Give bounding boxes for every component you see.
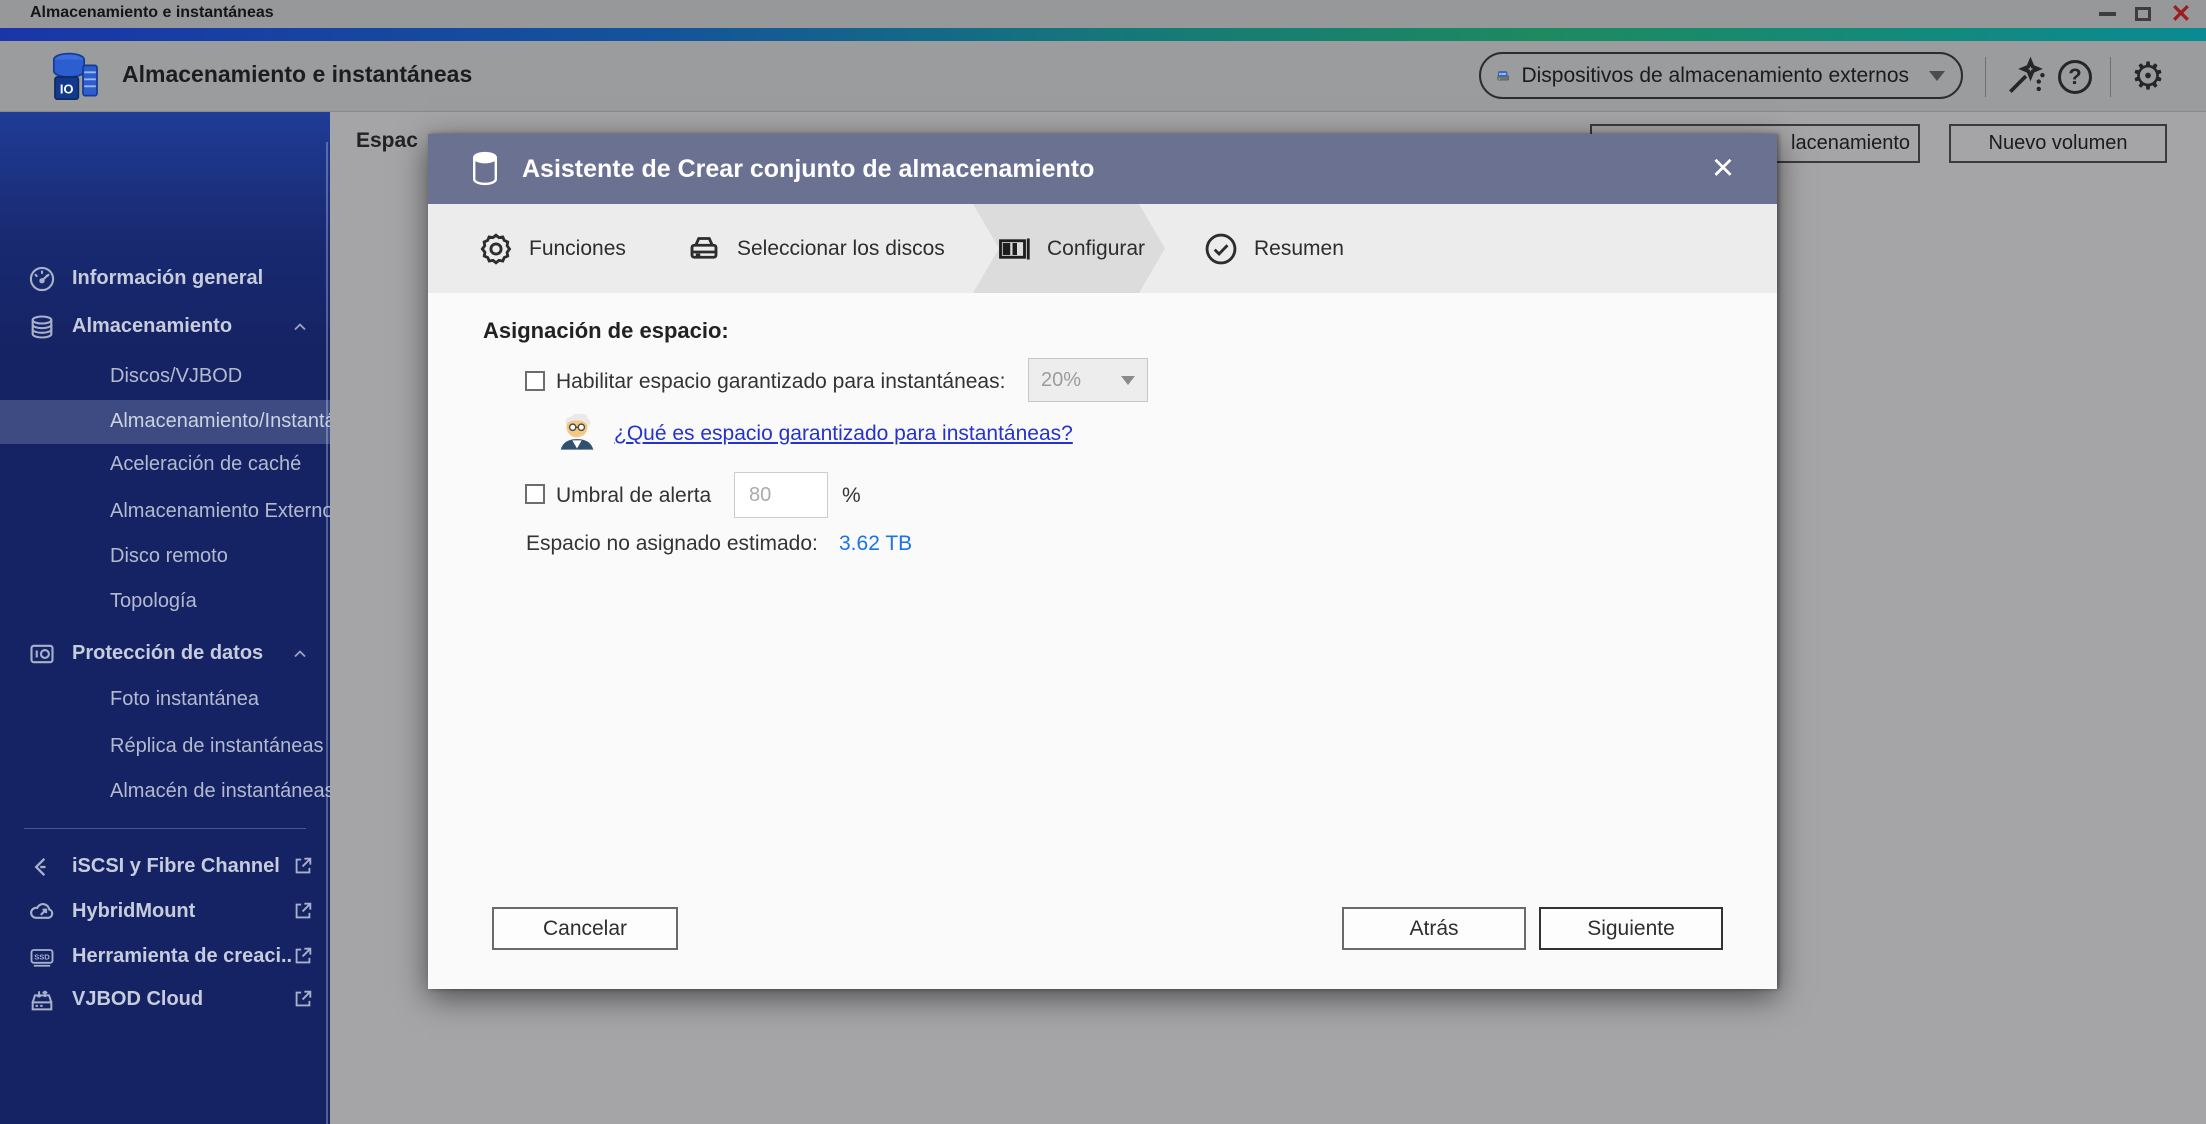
guaranteed-space-percent-dropdown[interactable]: 20% [1028, 358, 1148, 402]
wizard-wand-button[interactable] [2003, 55, 2047, 99]
magic-wand-icon [2009, 56, 2045, 93]
close-icon: ✕ [2170, 0, 2192, 28]
check-circle-icon [1205, 233, 1237, 264]
sidebar-item-aceleracion-cache[interactable]: Aceleración de caché [0, 443, 330, 487]
window-title: Almacenamiento e instantáneas [30, 4, 274, 21]
dialog-header: Asistente de Crear conjunto de almacenam… [428, 134, 1777, 204]
sidebar-item-foto-instantanea[interactable]: Foto instantánea [0, 678, 330, 722]
alert-threshold-input[interactable] [734, 472, 828, 518]
storage-pool-icon [473, 151, 497, 186]
external-link-icon [295, 857, 312, 874]
svg-text:SSD: SSD [34, 952, 50, 961]
sidebar-item-topologia[interactable]: Topología [0, 580, 330, 624]
minimize-icon [2098, 12, 2116, 16]
sidebar-item-almacenamiento-instantaneas[interactable]: Almacenamiento/Instantá... [0, 400, 352, 444]
step-funciones: Funciones [478, 204, 626, 293]
cancel-button[interactable]: Cancelar [492, 907, 678, 950]
gear-icon: ⚙ [2130, 56, 2166, 98]
header-divider [2110, 57, 2111, 97]
chevron-up-icon [294, 650, 306, 658]
sidebar-item-replica-instantaneas[interactable]: Réplica de instantáneas [0, 725, 330, 769]
sidebar-item-herramienta-creacion[interactable]: SSD Herramienta de creaci.. [0, 935, 330, 979]
step-resumen: Resumen [1203, 204, 1344, 293]
external-storage-devices-dropdown[interactable]: RAID Dispositivos de almacenamiento exte… [1479, 52, 1963, 99]
guaranteed-snapshot-space-label: Habilitar espacio garantizado para insta… [556, 370, 1006, 393]
external-link-icon [295, 902, 312, 919]
app-header: IO Almacenamiento e instantáneas RAID Di… [0, 41, 2206, 112]
wizard-steps-bar: Funciones Seleccionar los discos Configu… [428, 204, 1777, 293]
guaranteed-snapshot-space-checkbox[interactable] [525, 371, 545, 391]
sidebar-item-discos-vjbod[interactable]: Discos/VJBOD [0, 355, 330, 399]
chevron-down-icon [1121, 375, 1135, 385]
camera-icon [30, 644, 54, 664]
device-selector-label: Dispositivos de almacenamiento externos [1521, 63, 1909, 87]
step-seleccionar-discos: Seleccionar los discos [686, 204, 945, 293]
sidebar-divider [24, 828, 306, 829]
page-heading-partial: Espac [356, 129, 418, 152]
sidebar-item-almacen-instantaneas[interactable]: Almacén de instantáneas [0, 770, 335, 814]
maximize-button[interactable] [2130, 0, 2156, 28]
chevron-down-icon [1929, 70, 1945, 81]
back-button[interactable]: Atrás [1342, 907, 1526, 950]
gauge-icon [29, 266, 55, 292]
unallocated-space-value: 3.62 TB [839, 532, 913, 555]
minimize-button[interactable] [2094, 0, 2120, 28]
partition-icon [999, 238, 1030, 259]
create-storage-pool-wizard-dialog: Asistente de Crear conjunto de almacenam… [428, 134, 1777, 989]
alert-threshold-label: Umbral de alerta [556, 484, 712, 507]
external-link-icon [295, 947, 312, 964]
help-button[interactable]: ? [2053, 55, 2097, 99]
ssd-drive-icon: SSD [30, 949, 54, 967]
percent-sign: % [842, 484, 861, 507]
maximize-icon [2135, 7, 2151, 21]
question-mark-icon: ? [2058, 60, 2092, 94]
window-titlebar: Almacenamiento e instantáneas [0, 0, 2206, 28]
svg-text:RAID: RAID [1499, 71, 1506, 75]
storage-snapshots-app-icon: IO [52, 52, 98, 101]
header-divider [1985, 57, 1986, 97]
external-link-icon [295, 990, 312, 1007]
iscsi-icon [34, 858, 46, 876]
disk-drive-icon [690, 236, 718, 259]
step-configurar-active: Configurar [996, 204, 1145, 293]
space-allocation-heading: Asignación de espacio: [483, 318, 729, 343]
sidebar-item-vjbod-cloud[interactable]: VJBOD Cloud [0, 978, 330, 1022]
cloud-sync-icon [30, 903, 54, 919]
chevron-up-icon [294, 323, 306, 331]
next-button[interactable]: Siguiente [1539, 907, 1723, 950]
window-close-button[interactable]: ✕ [2166, 0, 2196, 28]
vjbod-cloud-drive-icon [31, 990, 53, 1011]
settings-button[interactable]: ⚙ [2126, 55, 2170, 99]
sidebar-item-almacenamiento[interactable]: Almacenamiento [0, 305, 330, 349]
sidebar-item-almacenamiento-externo[interactable]: Almacenamiento Externo [0, 490, 333, 534]
alert-threshold-checkbox[interactable] [525, 484, 545, 504]
app-title: Almacenamiento e instantáneas [122, 61, 473, 87]
dialog-close-button[interactable]: × [1699, 144, 1747, 192]
features-badge-icon [480, 232, 512, 265]
sidebar-item-hybridmount[interactable]: HybridMount [0, 890, 330, 934]
accent-gradient-strip [0, 28, 2206, 41]
professor-help-icon [560, 413, 594, 450]
sidebar-item-proteccion-datos[interactable]: Protección de datos [0, 632, 330, 676]
unallocated-space-label: Espacio no asignado estimado: [526, 532, 818, 555]
sidebar-item-iscsi-fibre-channel[interactable]: iSCSI y Fibre Channel [0, 845, 330, 889]
sidebar-item-disco-remoto[interactable]: Disco remoto [0, 535, 330, 579]
what-is-guaranteed-space-link[interactable]: ¿Qué es espacio garantizado para instant… [614, 422, 1073, 446]
guaranteed-space-percent-value: 20% [1041, 368, 1082, 391]
svg-text:IO: IO [60, 81, 74, 96]
raid-device-icon: RAID [1497, 70, 1509, 80]
new-volume-button[interactable]: Nuevo volumen [1949, 124, 2167, 163]
sidebar-nav: Información general Almacenamiento Disco… [0, 112, 352, 1124]
disks-icon [31, 315, 53, 339]
sidebar-item-informacion-general[interactable]: Información general [0, 257, 330, 301]
dialog-title: Asistente de Crear conjunto de almacenam… [522, 154, 1095, 183]
